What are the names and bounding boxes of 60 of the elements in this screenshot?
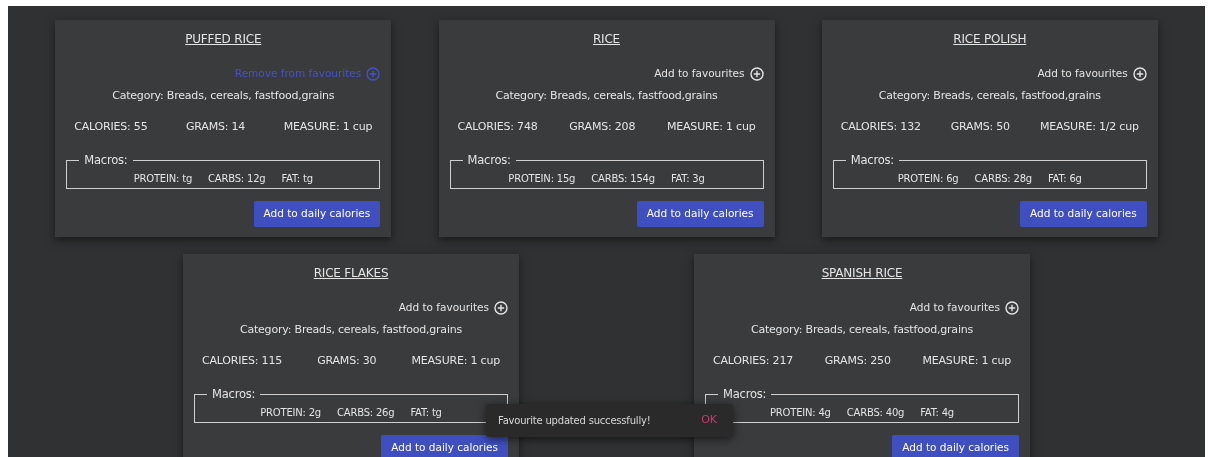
protein-text: PROTEIN: 6g bbox=[897, 172, 959, 186]
add-calories-button[interactable]: Add to daily calories bbox=[381, 435, 508, 457]
food-title: PUFFED RICE bbox=[184, 31, 263, 48]
protein-text: PROTEIN: tg bbox=[133, 172, 193, 186]
favourite-button[interactable]: Add to favourites bbox=[654, 65, 764, 83]
protein-text: PROTEIN: 4g bbox=[770, 406, 831, 420]
category-text: Category: Breads, cereals, fastfood,grains bbox=[494, 88, 719, 104]
measure-text: MEASURE: 1 cup bbox=[922, 353, 1011, 369]
calories-text: CALORIES: 115 bbox=[202, 353, 283, 369]
category-text: Category: Breads, cereals, fastfood,grains bbox=[749, 322, 975, 338]
calories-text: CALORIES: 217 bbox=[713, 353, 794, 369]
grams-text: GRAMS: 30 bbox=[317, 353, 377, 369]
category-text: Category: Breads, cereals, fastfood,grains bbox=[111, 88, 336, 104]
fat-text: FAT: 4g bbox=[920, 406, 954, 420]
measure-text: MEASURE: 1 cup bbox=[411, 353, 500, 369]
macros-legend: Macros: bbox=[79, 155, 133, 166]
macros-legend: Macros: bbox=[718, 389, 772, 400]
protein-text: PROTEIN: 2g bbox=[260, 406, 321, 420]
food-title: SPANISH RICE bbox=[820, 265, 904, 282]
add-calories-button[interactable]: Add to daily calories bbox=[636, 201, 764, 227]
snackbar-message: Favourite updated successfully! bbox=[498, 414, 651, 428]
calories-text: CALORIES: 55 bbox=[74, 119, 148, 135]
measure-text: MEASURE: 1/2 cup bbox=[1039, 119, 1139, 135]
carbs-text: CARBS: 40g bbox=[846, 406, 905, 420]
favourite-button[interactable]: Add to favourites bbox=[398, 299, 508, 317]
add-calories-button[interactable]: Add to daily calories bbox=[253, 201, 381, 227]
favourite-button[interactable]: Add to favourites bbox=[909, 299, 1019, 317]
plus-circle-icon bbox=[1132, 67, 1147, 81]
food-title: RICE FLAKES bbox=[312, 265, 390, 282]
fat-text: FAT: tg bbox=[410, 406, 442, 420]
food-title: RICE POLISH bbox=[952, 31, 1028, 48]
carbs-text: CARBS: 12g bbox=[208, 172, 266, 186]
grams-text: GRAMS: 14 bbox=[186, 119, 246, 135]
grams-text: GRAMS: 50 bbox=[950, 119, 1010, 135]
grams-text: GRAMS: 208 bbox=[569, 119, 636, 135]
macros-legend: Macros: bbox=[207, 389, 261, 400]
carbs-text: CARBS: 28g bbox=[974, 172, 1032, 186]
fat-text: FAT: 3g bbox=[670, 172, 705, 186]
calories-text: CALORIES: 132 bbox=[840, 119, 921, 135]
macros-legend: Macros: bbox=[462, 155, 516, 166]
plus-circle-icon bbox=[749, 67, 764, 81]
protein-text: PROTEIN: 15g bbox=[508, 172, 576, 186]
favourite-button[interactable]: Add to favourites bbox=[1037, 65, 1147, 83]
grams-text: GRAMS: 250 bbox=[824, 353, 891, 369]
carbs-text: CARBS: 26g bbox=[337, 406, 395, 420]
fat-text: FAT: 6g bbox=[1047, 172, 1082, 186]
calories-text: CALORIES: 748 bbox=[457, 119, 538, 135]
plus-circle-icon bbox=[1005, 301, 1019, 315]
add-calories-button[interactable]: Add to daily calories bbox=[1020, 201, 1147, 227]
fat-text: FAT: tg bbox=[281, 172, 313, 186]
category-text: Category: Breads, cereals, fastfood,grains bbox=[877, 88, 1102, 104]
food-title: RICE bbox=[591, 31, 621, 48]
macros-legend: Macros: bbox=[845, 155, 900, 166]
add-calories-button[interactable]: Add to daily calories bbox=[892, 435, 1019, 457]
measure-text: MEASURE: 1 cup bbox=[667, 119, 756, 135]
measure-text: MEASURE: 1 cup bbox=[283, 119, 373, 135]
carbs-text: CARBS: 154g bbox=[591, 172, 655, 186]
plus-circle-icon bbox=[494, 301, 508, 315]
plus-circle-icon bbox=[366, 67, 381, 81]
category-text: Category: Breads, cereals, fastfood,grains bbox=[238, 322, 464, 338]
